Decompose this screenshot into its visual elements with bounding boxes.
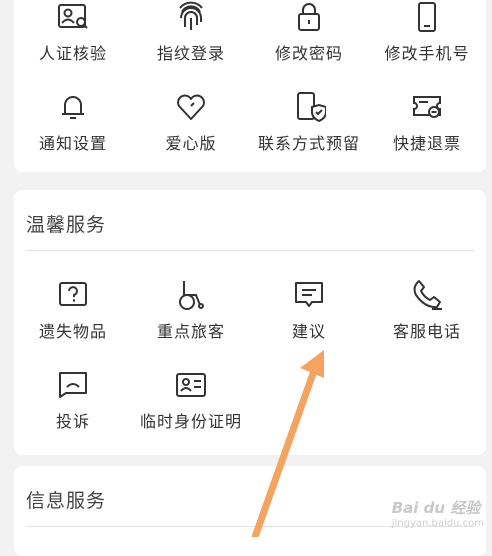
watermark-url: jingyan.baidu.com: [391, 518, 484, 529]
watermark-logo: Bai du 经验: [391, 499, 481, 517]
baidu-watermark: Bai du 经验 jingyan.baidu.com: [392, 497, 484, 529]
annotation-arrow: [251, 350, 324, 537]
